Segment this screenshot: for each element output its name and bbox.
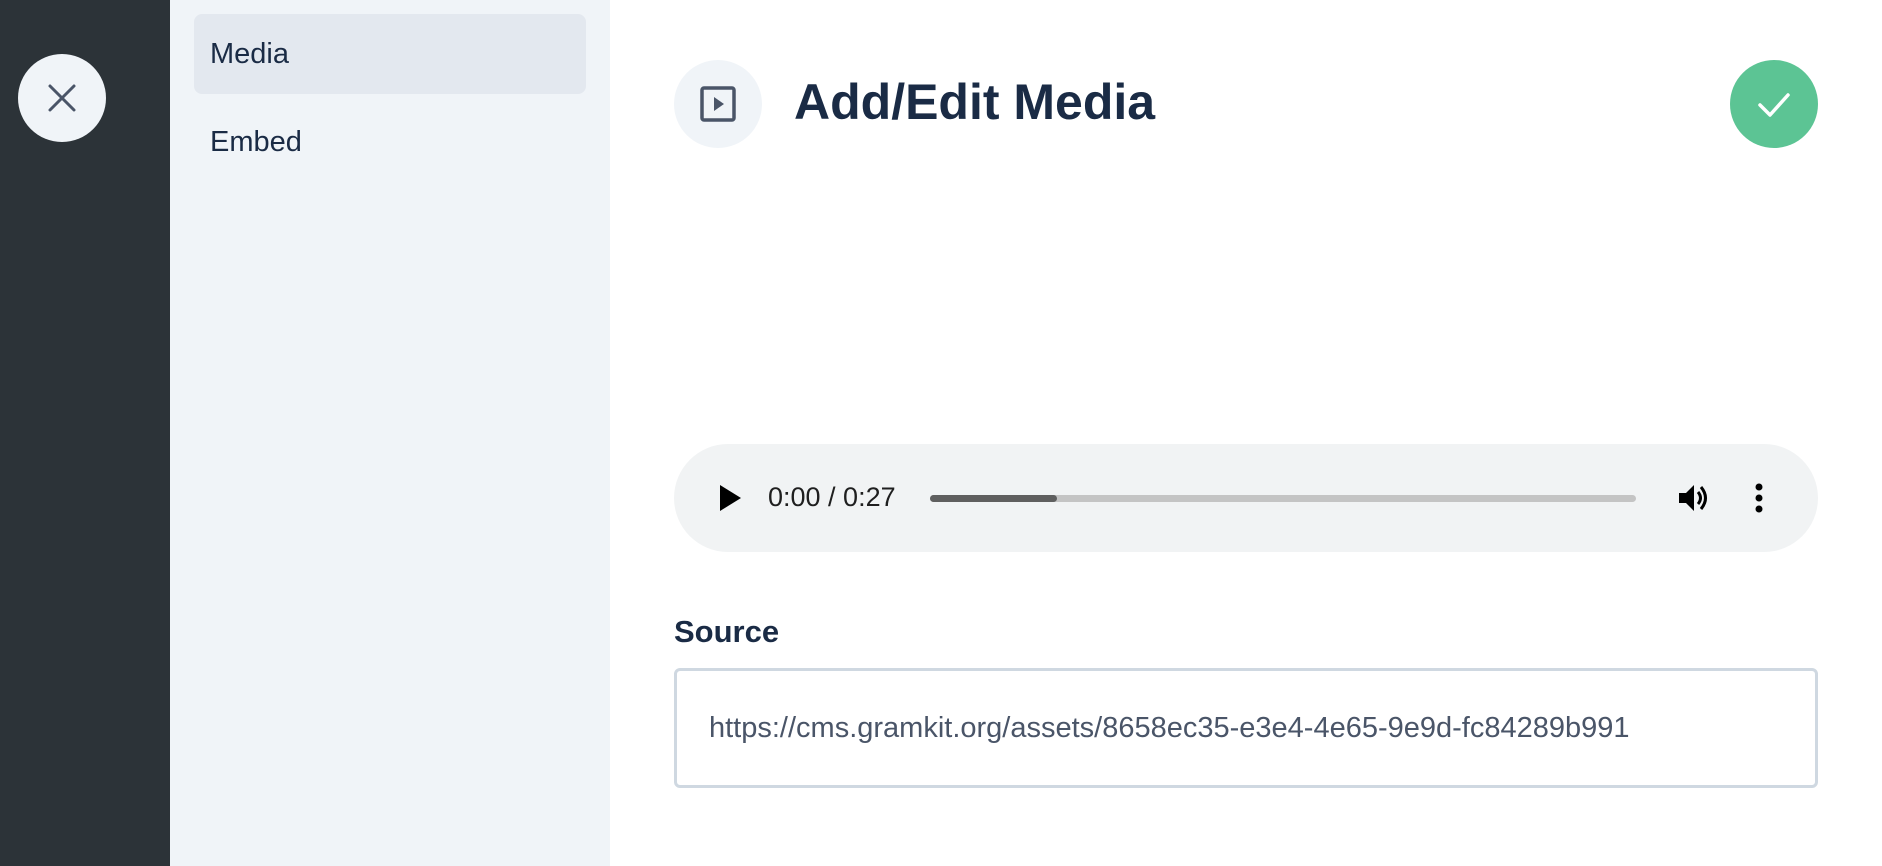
progress-bar[interactable] — [930, 495, 1636, 502]
media-type-badge — [674, 60, 762, 148]
audio-player: 0:00 / 0:27 — [674, 444, 1818, 552]
page-title: Add/Edit Media — [794, 74, 1156, 130]
volume-button[interactable] — [1674, 478, 1714, 518]
sidebar-item-embed[interactable]: Embed — [194, 102, 586, 182]
sidebar: Media Embed — [170, 0, 610, 866]
sidebar-item-label: Embed — [210, 125, 302, 158]
progress-fill — [930, 495, 1058, 502]
volume-icon — [1679, 485, 1707, 511]
confirm-button[interactable] — [1730, 60, 1818, 148]
more-vertical-icon — [1755, 483, 1763, 513]
checkmark-icon — [1758, 93, 1790, 117]
main-panel: Add/Edit Media 0:00 / 0:27 Source https:… — [610, 0, 1882, 866]
source-input[interactable] — [674, 668, 1818, 788]
more-options-button[interactable] — [1744, 478, 1774, 518]
sidebar-item-label: Media — [210, 37, 289, 70]
close-icon — [48, 84, 76, 112]
play-icon — [720, 485, 741, 511]
time-display: 0:00 / 0:27 — [768, 482, 896, 512]
play-button[interactable] — [712, 480, 748, 516]
play-square-icon — [700, 86, 736, 122]
sidebar-item-media[interactable]: Media — [194, 14, 586, 94]
close-button[interactable] — [18, 54, 106, 142]
left-rail — [0, 0, 170, 866]
source-label: Source — [674, 614, 780, 649]
